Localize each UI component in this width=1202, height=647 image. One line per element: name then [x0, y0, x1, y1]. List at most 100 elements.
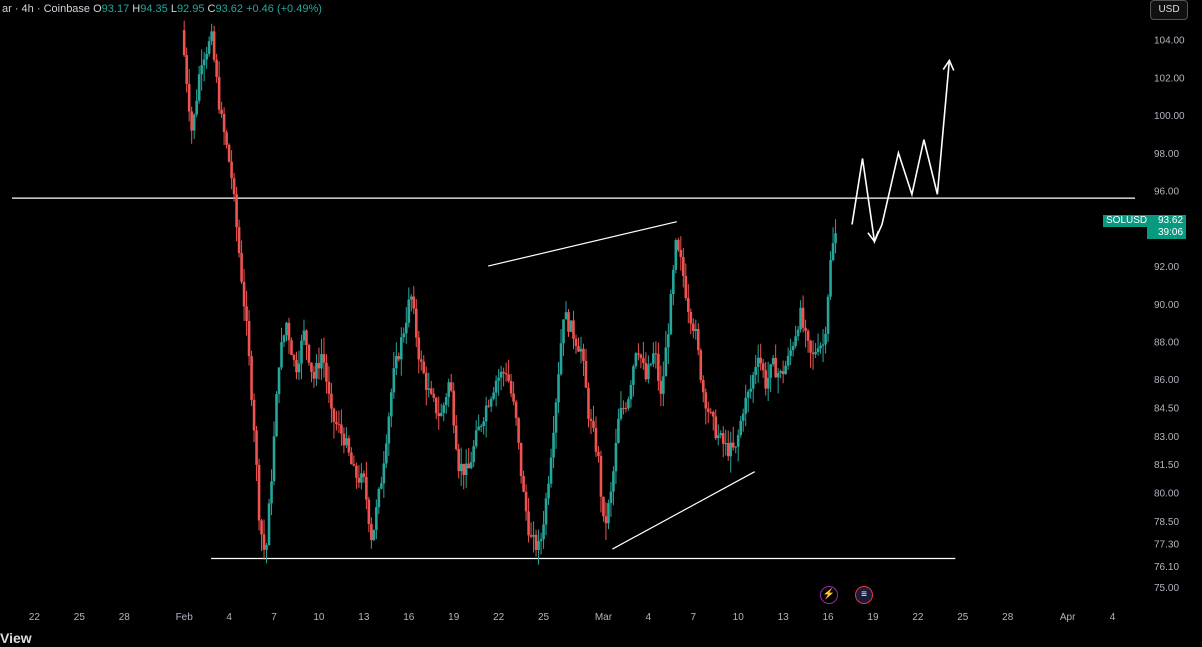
- candle-body: [781, 371, 785, 375]
- candle-body: [532, 534, 535, 537]
- candle-body: [237, 227, 241, 254]
- close-value: 93.62: [215, 3, 244, 15]
- candle-body: [267, 503, 271, 546]
- candle-body: [582, 348, 585, 361]
- candle-body: [360, 473, 363, 483]
- candle-body: [824, 333, 827, 345]
- x-tick-label: 16: [403, 612, 415, 623]
- candle-body: [459, 463, 463, 472]
- candle-body: [632, 366, 635, 385]
- price-axis[interactable]: 104.00102.00100.0098.0096.0094.0092.0090…: [1154, 36, 1185, 594]
- x-tick-label: 19: [867, 612, 879, 623]
- y-tick-label: 80.00: [1154, 488, 1179, 499]
- currency-button[interactable]: USD: [1150, 0, 1188, 20]
- candle-body: [517, 418, 520, 443]
- candle-body: [350, 452, 353, 465]
- candle-body: [682, 257, 685, 276]
- horizontal-lines-layer: [11, 197, 1136, 560]
- candle-body: [589, 418, 593, 421]
- candle-body: [357, 477, 361, 483]
- candle-body: [624, 408, 628, 410]
- candle-body: [217, 76, 221, 110]
- candle-body: [345, 438, 348, 446]
- candle-body: [225, 132, 228, 145]
- candle-body: [302, 330, 306, 341]
- candle-body: [577, 345, 580, 352]
- last-price-label: 93.62: [1158, 215, 1184, 226]
- us-flag-icon[interactable]: ≡: [855, 586, 873, 604]
- candle-body: [372, 529, 376, 541]
- symbol-label: SOLUSD: [1106, 215, 1148, 226]
- candle-body: [662, 376, 665, 394]
- candle-body: [657, 353, 660, 381]
- candle-body: [197, 74, 201, 101]
- time-axis[interactable]: 22 25 28 Feb 4 7 10 13 16 19 22 25 Mar 4 7 10 13 16 19 22 25…: [29, 612, 1116, 623]
- candle-body: [634, 353, 638, 367]
- countdown-tag: 39:06: [1147, 227, 1186, 239]
- candle-body: [484, 405, 488, 422]
- x-tick-label: Mar: [595, 612, 613, 623]
- candle-body: [696, 329, 700, 351]
- candle-body: [794, 336, 797, 347]
- x-tick-label: 4: [226, 612, 232, 623]
- candle-body: [554, 402, 558, 433]
- candle-body: [724, 443, 728, 445]
- candle-body: [240, 253, 243, 282]
- price-tag: SOLUSD 93.62: [1103, 215, 1186, 227]
- candle-body: [340, 424, 343, 434]
- trend-line[interactable]: [612, 471, 755, 550]
- candle-body: [370, 524, 373, 541]
- candle-body: [599, 455, 603, 497]
- x-tick-label: 22: [493, 612, 505, 623]
- lightning-icon[interactable]: ⚡: [820, 586, 838, 604]
- candle-body: [607, 503, 610, 524]
- candle-body: [572, 320, 575, 339]
- candle-body: [806, 330, 810, 341]
- candle-body: [691, 323, 695, 331]
- candle-body: [672, 269, 675, 294]
- candle-body: [809, 340, 812, 353]
- candle-body: [652, 353, 655, 364]
- candle-body: [604, 516, 608, 524]
- candle-body: [292, 355, 296, 360]
- projection-path[interactable]: [851, 60, 951, 245]
- candle-body: [574, 338, 578, 346]
- candle-body: [287, 322, 291, 341]
- candle-body: [310, 362, 313, 373]
- candle-body: [419, 359, 423, 362]
- x-tick-label: 25: [957, 612, 969, 623]
- x-tick-label: 4: [646, 612, 652, 623]
- candle-body: [774, 357, 777, 378]
- candle-body: [479, 426, 483, 428]
- candle-body: [444, 397, 448, 406]
- candle-body: [449, 382, 453, 391]
- candle-body: [816, 348, 820, 352]
- candle-body: [255, 430, 258, 465]
- candle-body: [432, 393, 436, 398]
- candle-body: [275, 394, 278, 437]
- projection-layer: [851, 58, 955, 245]
- candle-body: [282, 335, 286, 343]
- candle-body: [729, 442, 733, 457]
- candle-body: [711, 411, 715, 417]
- candle-body: [434, 397, 438, 414]
- price-chart[interactable]: 104.00102.00100.0098.0096.0094.0092.0090…: [0, 0, 1202, 647]
- candle-body: [332, 408, 336, 422]
- x-tick-label: Apr: [1060, 612, 1076, 623]
- candle-body: [439, 412, 443, 416]
- candle-body: [829, 259, 832, 297]
- y-tick-label: 78.50: [1154, 517, 1179, 528]
- candle-body: [689, 311, 693, 324]
- candle-body: [669, 293, 673, 335]
- candle-body: [297, 363, 301, 373]
- candle-body: [687, 298, 690, 312]
- candle-body: [769, 364, 772, 378]
- candle-body: [362, 473, 366, 477]
- candle-body: [210, 31, 213, 42]
- trend-line[interactable]: [488, 221, 677, 267]
- candle-body: [614, 442, 618, 472]
- candle-body: [821, 344, 825, 346]
- candle-body: [706, 408, 710, 412]
- candle-body: [726, 443, 730, 457]
- candle-body: [457, 448, 461, 472]
